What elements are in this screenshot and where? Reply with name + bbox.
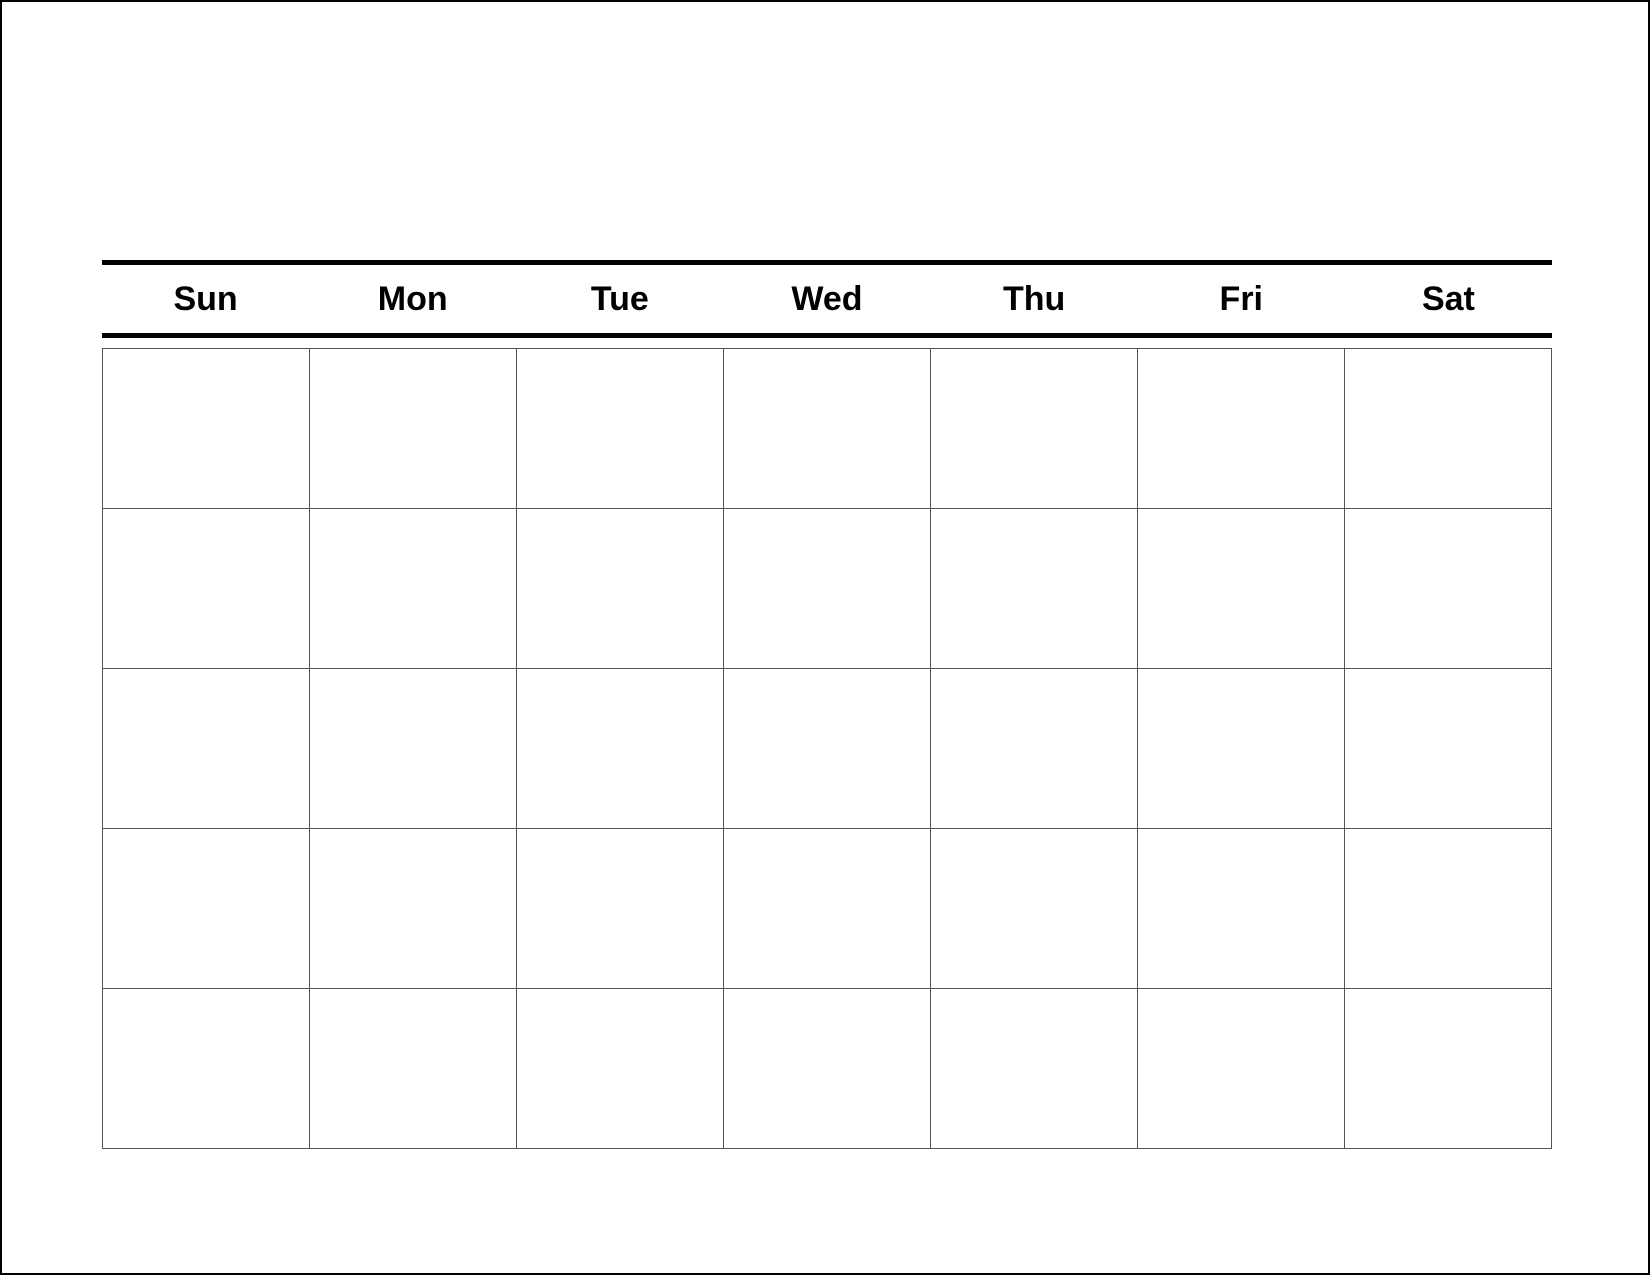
- calendar-week-row: [102, 989, 1552, 1149]
- calendar-day-cell: [1345, 349, 1552, 509]
- day-header-thu: Thu: [931, 265, 1138, 333]
- day-header-sun: Sun: [102, 265, 309, 333]
- calendar-day-cell: [517, 669, 724, 829]
- calendar-day-cell: [1345, 829, 1552, 989]
- calendar-day-cell: [517, 509, 724, 669]
- calendar-week-row: [102, 509, 1552, 669]
- day-header-mon: Mon: [309, 265, 516, 333]
- day-header-sat: Sat: [1345, 265, 1552, 333]
- calendar-day-cell: [1345, 509, 1552, 669]
- calendar-week-row: [102, 349, 1552, 509]
- calendar-day-cell: [102, 349, 310, 509]
- calendar-day-cell: [724, 989, 931, 1149]
- calendar-day-cell: [724, 829, 931, 989]
- calendar-day-cell: [724, 349, 931, 509]
- calendar-day-cell: [724, 669, 931, 829]
- calendar-day-cell: [931, 669, 1138, 829]
- calendar-day-cell: [724, 509, 931, 669]
- calendar-day-cell: [517, 829, 724, 989]
- calendar-day-cell: [931, 349, 1138, 509]
- calendar-day-cell: [931, 989, 1138, 1149]
- calendar-day-cell: [310, 989, 517, 1149]
- calendar-day-cell: [1138, 989, 1345, 1149]
- calendar-day-cell: [1138, 349, 1345, 509]
- calendar-day-cell: [1345, 989, 1552, 1149]
- calendar-day-cell: [102, 829, 310, 989]
- day-header-wed: Wed: [723, 265, 930, 333]
- day-header-tue: Tue: [516, 265, 723, 333]
- calendar-day-cell: [1138, 509, 1345, 669]
- calendar-day-cell: [1345, 669, 1552, 829]
- calendar-week-row: [102, 669, 1552, 829]
- calendar-day-cell: [310, 509, 517, 669]
- calendar-day-cell: [931, 509, 1138, 669]
- calendar-day-cell: [102, 509, 310, 669]
- calendar-header-row: Sun Mon Tue Wed Thu Fri Sat: [102, 260, 1552, 338]
- calendar-grid: [102, 348, 1552, 1149]
- calendar-day-cell: [1138, 829, 1345, 989]
- calendar-day-cell: [102, 669, 310, 829]
- calendar: Sun Mon Tue Wed Thu Fri Sat: [102, 260, 1552, 1149]
- calendar-day-cell: [102, 989, 310, 1149]
- calendar-day-cell: [310, 829, 517, 989]
- calendar-day-cell: [310, 349, 517, 509]
- calendar-day-cell: [931, 829, 1138, 989]
- calendar-day-cell: [1138, 669, 1345, 829]
- calendar-day-cell: [310, 669, 517, 829]
- day-header-fri: Fri: [1138, 265, 1345, 333]
- calendar-day-cell: [517, 989, 724, 1149]
- calendar-day-cell: [517, 349, 724, 509]
- page-frame: Sun Mon Tue Wed Thu Fri Sat: [0, 0, 1650, 1275]
- calendar-week-row: [102, 829, 1552, 989]
